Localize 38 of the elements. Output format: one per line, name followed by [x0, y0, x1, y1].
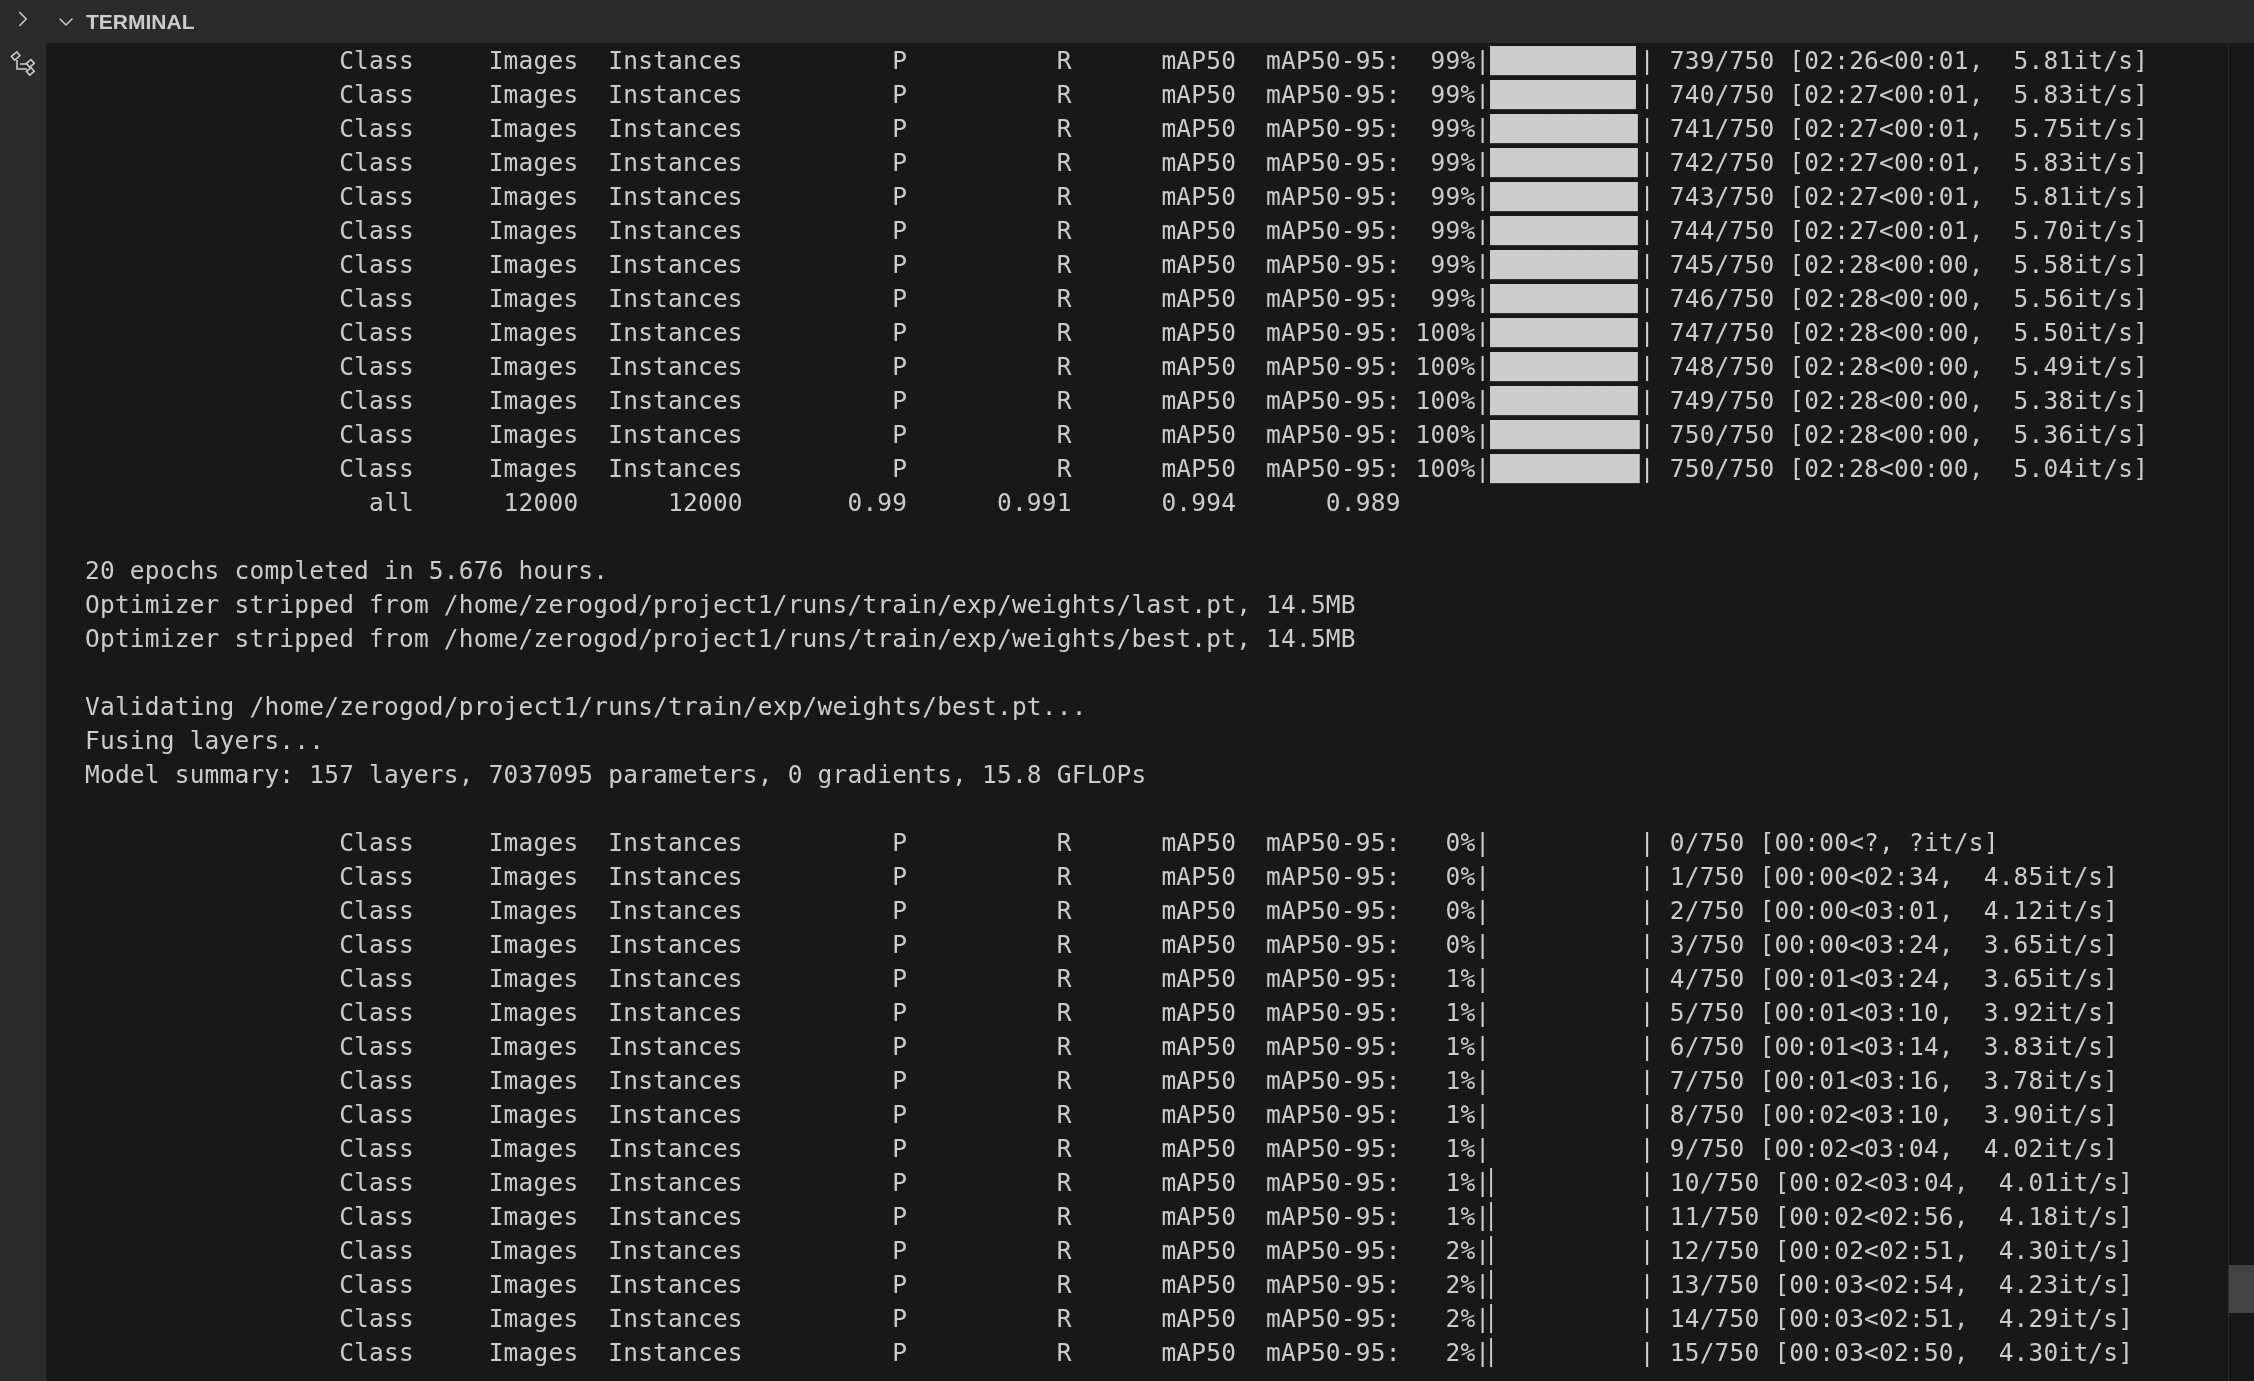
terminal-line: Class Images Instances P R mAP50 mAP50-95: 2%|▏ | 12/750 [00:02<02:51, 4.30it/s]: [338, 1235, 2134, 1267]
terminal-line: Class Images Instances P R mAP50 mAP50-95: 1%| | 5/750 [00:01<03:10, 3.92it/s]: [338, 997, 2119, 1029]
terminal-line: Optimizer stripped from /home/zerogod/project1/runs/train/exp/weights/best.pt, 14.5MB: [85, 623, 1356, 655]
terminal-line: Class Images Instances P R mAP50 mAP50-95: 1%| | 8/750 [00:02<03:10, 3.90it/s]: [338, 1099, 2119, 1131]
terminal-line: Fusing layers...: [85, 725, 325, 757]
terminal-line: Class Images Instances P R mAP50 mAP50-95: 1%| | 4/750 [00:01<03:24, 3.65it/s]: [338, 963, 2119, 995]
terminal-line: Class Images Instances P R mAP50 mAP50-95: 99%|█████████▉| 742/750 [02:27<00:01, 5.83it/s]: [338, 147, 2149, 180]
panel-title[interactable]: TERMINAL: [86, 5, 195, 38]
terminal-line: 20 epochs completed in 5.676 hours.: [85, 555, 609, 587]
terminal-line: Class Images Instances P R mAP50 mAP50-95: 100%|██████████| 750/750 [02:28<00:00, 5.36it/s]: [338, 419, 2149, 452]
terminal-line: Class Images Instances P R mAP50 mAP50-95: 0%| | 3/750 [00:00<03:24, 3.65it/s]: [338, 929, 2119, 961]
terminal-line: Class Images Instances P R mAP50 mAP50-95: 2%|▏ | 13/750 [00:03<02:54, 4.23it/s]: [338, 1269, 2134, 1301]
terminal-line: Class Images Instances P R mAP50 mAP50-95: 0%| | 2/750 [00:00<03:01, 4.12it/s]: [338, 895, 2119, 927]
terminal-line: Class Images Instances P R mAP50 mAP50-95: 0%| | 0/750 [00:00<?, ?it/s]: [338, 827, 1999, 859]
terminal-line: Class Images Instances P R mAP50 mAP50-95: 99%|█████████▉| 743/750 [02:27<00:01, 5.81it/s]: [338, 181, 2149, 214]
terminal-line: all 12000 12000 0.99 0.991 0.994 0.989: [368, 487, 1401, 519]
terminal-line: Validating /home/zerogod/project1/runs/train/exp/weights/best.pt...: [85, 691, 1087, 723]
terminal-line: Class Images Instances P R mAP50 mAP50-95: 0%| | 1/750 [00:00<02:34, 4.85it/s]: [338, 861, 2119, 893]
terminal-line: Class Images Instances P R mAP50 mAP50-95: 1%| | 9/750 [00:02<03:04, 4.02it/s]: [338, 1133, 2119, 1165]
terminal-line: Class Images Instances P R mAP50 mAP50-95: 1%|▏ | 11/750 [00:02<02:56, 4.18it/s]: [338, 1201, 2134, 1233]
terminal-line: Class Images Instances P R mAP50 mAP50-95: 100%|█████████▉| 749/750 [02:28<00:00, 5.38it/s]: [338, 385, 2149, 418]
terminal-line: Class Images Instances P R mAP50 mAP50-95: 1%| | 6/750 [00:01<03:14, 3.83it/s]: [338, 1031, 2119, 1063]
terminal-line: Class Images Instances P R mAP50 mAP50-95: 99%|█████████▉| 746/750 [02:28<00:00, 5.56it/s]: [338, 283, 2149, 316]
terminal-line: Class Images Instances P R mAP50 mAP50-95: 100%|█████████▉| 748/750 [02:28<00:00, 5.49it/s]: [338, 351, 2149, 384]
terminal-line: Class Images Instances P R mAP50 mAP50-95: 99%|█████████▊| 740/750 [02:27<00:01, 5.83it/s]: [338, 79, 2149, 112]
terminal-line: Class Images Instances P R mAP50 mAP50-95: 100%|██████████| 750/750 [02:28<00:00, 5.04it/s]: [338, 453, 2149, 486]
terminal-line: Class Images Instances P R mAP50 mAP50-95: 100%|█████████▉| 747/750 [02:28<00:00, 5.50it/s]: [338, 317, 2149, 350]
terminal-line: Class Images Instances P R mAP50 mAP50-95: 1%|▏ | 10/750 [00:02<03:04, 4.01it/s]: [338, 1167, 2134, 1199]
terminal-line: Class Images Instances P R mAP50 mAP50-95: 99%|█████████▉| 744/750 [02:27<00:01, 5.70it/s]: [338, 215, 2149, 248]
terminal-line: Class Images Instances P R mAP50 mAP50-95: 1%| | 7/750 [00:01<03:16, 3.78it/s]: [338, 1065, 2119, 1097]
terminal-line: Class Images Instances P R mAP50 mAP50-95: 99%|█████████▊| 739/750 [02:26<00:01, 5.81it/s]: [338, 45, 2149, 78]
terminal-line: Model summary: 157 layers, 7037095 parameters, 0 gradients, 15.8 GFLOPs: [85, 759, 1147, 791]
terminal-line: Class Images Instances P R mAP50 mAP50-95: 2%|▏ | 14/750 [00:03<02:51, 4.29it/s]: [338, 1303, 2134, 1335]
terminal-line: Class Images Instances P R mAP50 mAP50-95: 99%|█████████▉| 741/750 [02:27<00:01, 5.75it/s]: [338, 113, 2149, 146]
terminal-line: Class Images Instances P R mAP50 mAP50-95: 2%|▏ | 15/750 [00:03<02:50, 4.30it/s]: [338, 1337, 2134, 1369]
terminal-line: Class Images Instances P R mAP50 mAP50-95: 99%|█████████▉| 745/750 [02:28<00:00, 5.58it/s]: [338, 249, 2149, 282]
scrollbar-thumb[interactable]: [2229, 1265, 2254, 1313]
terminal-line: Optimizer stripped from /home/zerogod/project1/runs/train/exp/weights/last.pt, 14.5MB: [85, 589, 1356, 621]
